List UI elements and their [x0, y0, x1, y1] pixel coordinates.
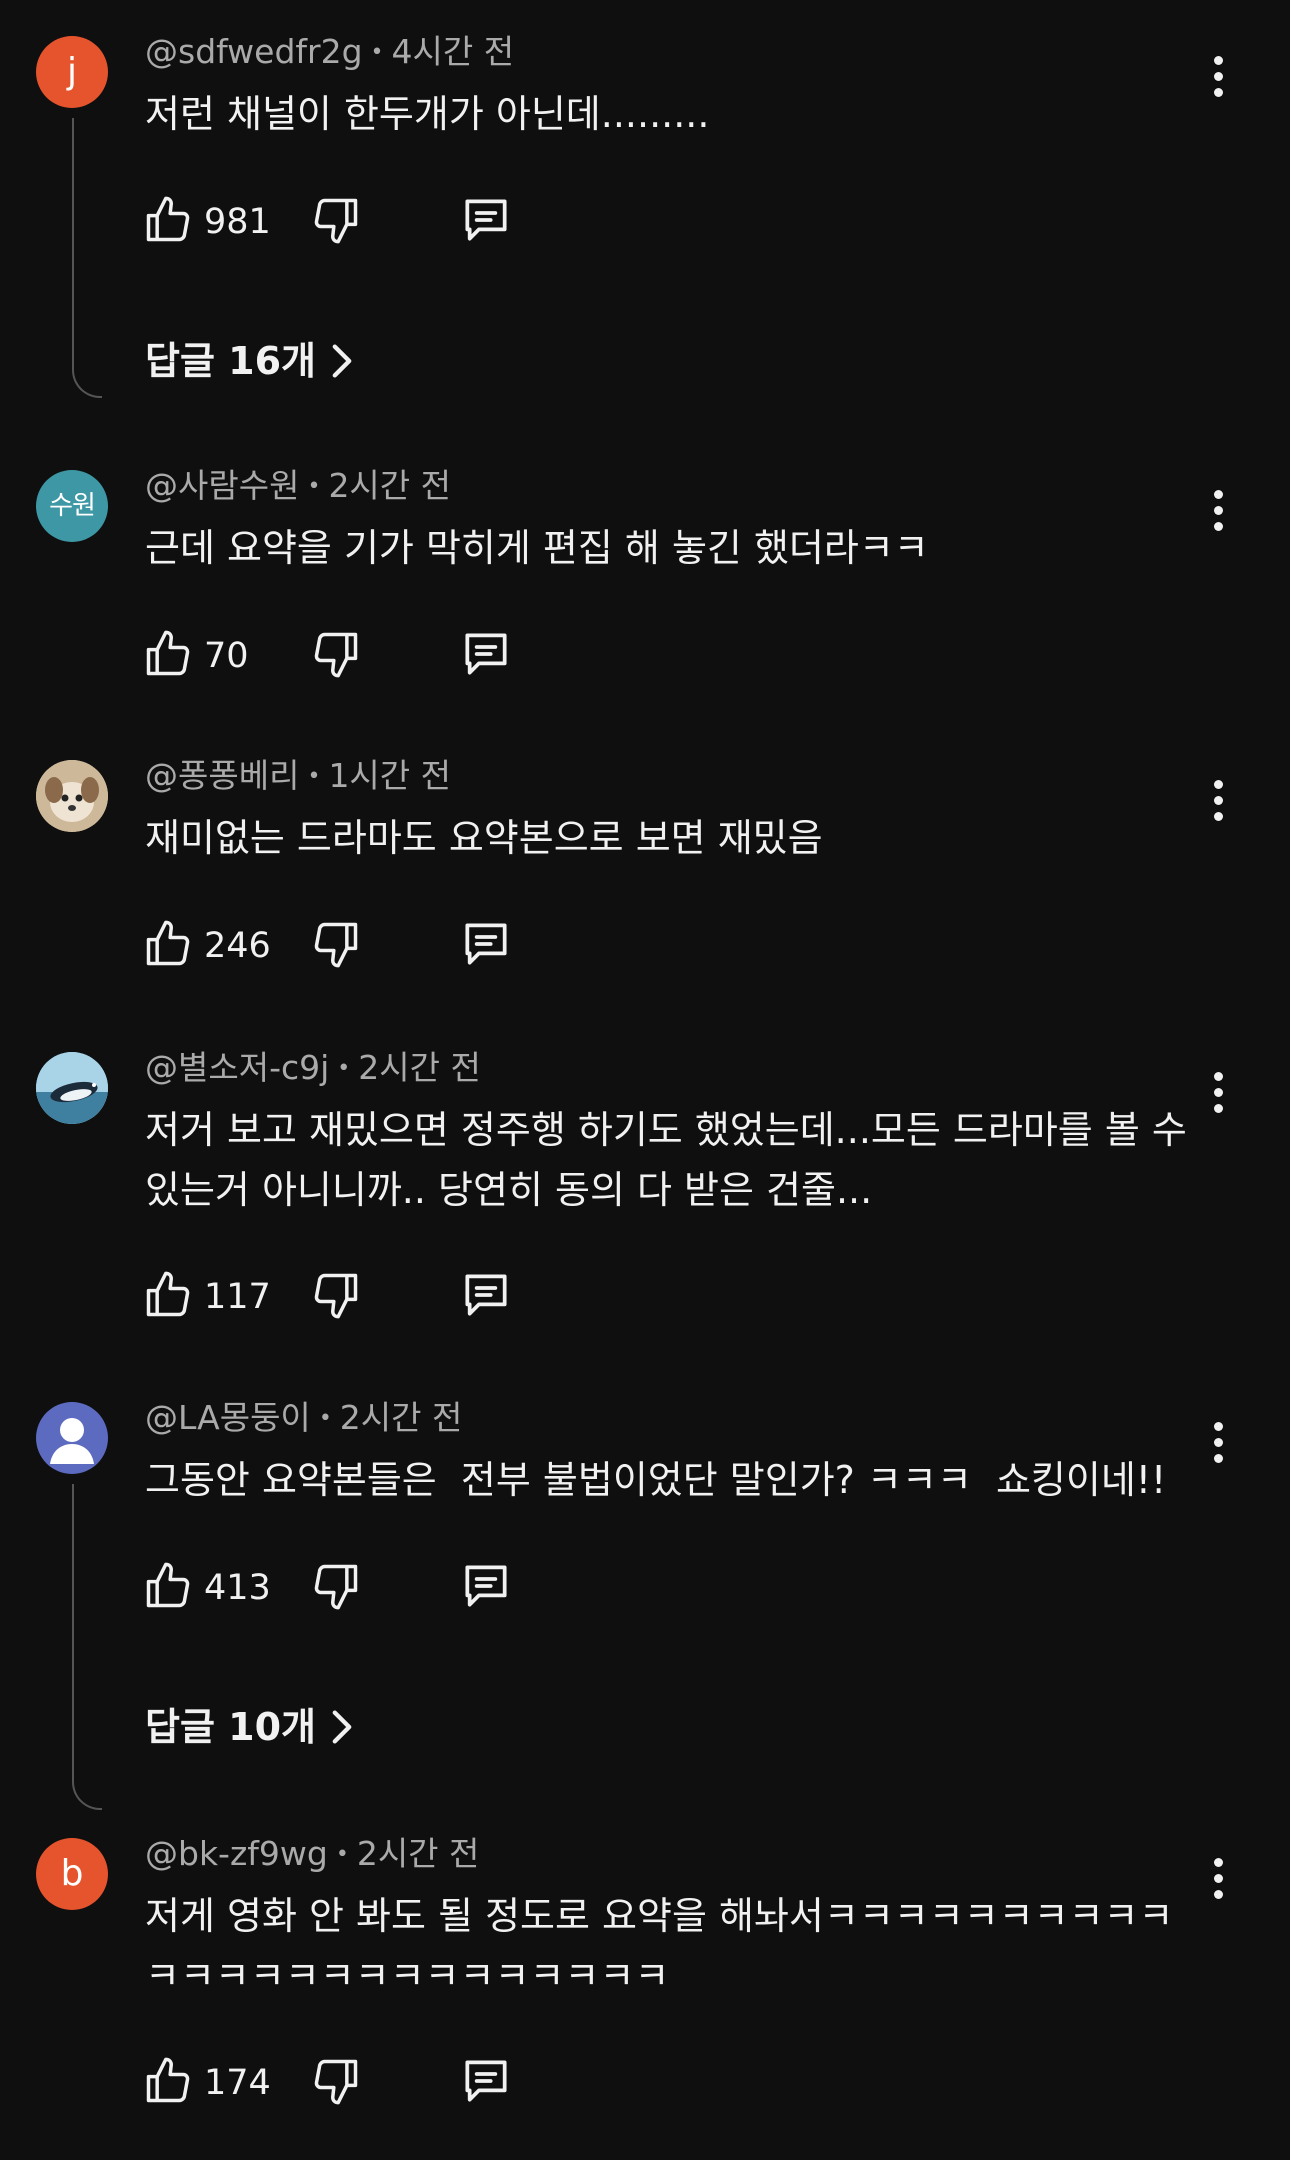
comment-time[interactable]: 2시간 전	[340, 1398, 463, 1437]
thumbs-up-icon[interactable]	[142, 1267, 194, 1323]
comment-actions: 117	[142, 1267, 542, 1327]
avatar[interactable]	[36, 1052, 108, 1124]
like-count: 981	[204, 202, 271, 242]
thumbs-up-icon[interactable]	[142, 192, 194, 248]
thumbs-up-icon[interactable]	[142, 916, 194, 972]
reply-icon[interactable]	[458, 192, 514, 248]
view-replies-button[interactable]: 답글 10개	[145, 1702, 354, 1752]
default-person-icon	[50, 1418, 94, 1464]
thumbs-down-icon[interactable]	[310, 626, 362, 682]
comment-time[interactable]: 1시간 전	[328, 756, 451, 795]
comment-text: 재미없는 드라마도 요약본으로 보면 재밌음	[145, 816, 823, 860]
more-options-icon[interactable]	[1196, 1420, 1240, 1464]
like-count: 174	[204, 2063, 271, 2103]
thumbs-down-icon[interactable]	[310, 916, 362, 972]
comment-meta: @사람수원 • 2시간 전	[145, 466, 452, 505]
reply-icon[interactable]	[458, 2053, 514, 2109]
chevron-right-icon	[332, 1710, 352, 1744]
comment-actions: 174	[142, 2053, 542, 2113]
comment-meta: @별소저-c9j • 2시간 전	[145, 1048, 481, 1087]
like-count: 70	[204, 636, 249, 676]
thumbs-up-icon[interactable]	[142, 626, 194, 682]
thumbs-down-icon[interactable]	[310, 192, 362, 248]
comment-actions: 981	[142, 192, 542, 252]
replies-label: 답글 16개	[145, 339, 316, 383]
avatar[interactable]: 수원	[36, 470, 108, 542]
replies-label: 답글 10개	[145, 1705, 316, 1749]
comment-author[interactable]: @별소저-c9j	[145, 1048, 329, 1087]
like-count: 246	[204, 926, 271, 966]
comment-text: 저거 보고 재밌으면 정주행 하기도 했었는데...모든 드라마를 볼 수 있는…	[145, 1108, 1199, 1212]
avatar-letter: b	[60, 1853, 84, 1894]
avatar-letter: 수원	[49, 491, 96, 521]
thread-line	[72, 1484, 102, 1810]
comment-author[interactable]: @sdfwedfr2g	[145, 32, 363, 71]
penguin-photo-icon	[36, 1052, 108, 1124]
reply-icon[interactable]	[458, 1558, 514, 1614]
comment-actions: 246	[142, 916, 542, 976]
comment-author[interactable]: @사람수원	[145, 466, 299, 505]
comment-meta: @bk-zf9wg • 2시간 전	[145, 1834, 480, 1873]
thumbs-down-icon[interactable]	[310, 2053, 362, 2109]
more-options-icon[interactable]	[1196, 778, 1240, 822]
puppy-photo-icon	[36, 760, 108, 832]
comment-time[interactable]: 2시간 전	[328, 466, 451, 505]
thumbs-up-icon[interactable]	[142, 2053, 194, 2109]
reply-icon[interactable]	[458, 916, 514, 972]
reply-icon[interactable]	[458, 626, 514, 682]
more-options-icon[interactable]	[1196, 488, 1240, 532]
avatar[interactable]	[36, 760, 108, 832]
thumbs-down-icon[interactable]	[310, 1558, 362, 1614]
comment-time[interactable]: 2시간 전	[357, 1834, 480, 1873]
chevron-right-icon	[332, 344, 352, 378]
avatar[interactable]	[36, 1402, 108, 1474]
like-count: 117	[204, 1277, 271, 1317]
thread-line	[72, 118, 102, 398]
comment-time[interactable]: 2시간 전	[358, 1048, 481, 1087]
comment-text: 그동안 요약본들은 전부 불법이었단 말인가? ㅋㅋㅋ 쇼킹이네!!	[145, 1458, 1167, 1502]
comment-author[interactable]: @퐁퐁베리	[145, 756, 299, 795]
more-options-icon[interactable]	[1196, 1070, 1240, 1114]
like-count: 413	[204, 1568, 271, 1608]
comment-actions: 413	[142, 1558, 542, 1618]
more-options-icon[interactable]	[1196, 54, 1240, 98]
comment-author[interactable]: @bk-zf9wg	[145, 1834, 328, 1873]
comment-meta: @sdfwedfr2g • 4시간 전	[145, 32, 515, 71]
view-replies-button[interactable]: 답글 16개	[145, 336, 354, 386]
thumbs-down-icon[interactable]	[310, 1267, 362, 1323]
comment-actions: 70	[142, 626, 542, 686]
reply-icon[interactable]	[458, 1267, 514, 1323]
avatar-letter: j	[66, 51, 77, 92]
avatar[interactable]: j	[36, 36, 108, 108]
comment-text: 저런 채널이 한두개가 아닌데.........	[145, 92, 710, 136]
comment-text: 저게 영화 안 봐도 될 정도로 요약을 해놔서ㅋㅋㅋㅋㅋㅋㅋㅋㅋㅋ ㅋㅋㅋㅋㅋ…	[145, 1894, 1186, 1998]
comment-time[interactable]: 4시간 전	[392, 32, 515, 71]
comment-author[interactable]: @LA몽둥이	[145, 1398, 311, 1437]
comment-meta: @퐁퐁베리 • 1시간 전	[145, 756, 452, 795]
avatar[interactable]: b	[36, 1838, 108, 1910]
comment-text: 근데 요약을 기가 막히게 편집 해 놓긴 했더라ㅋㅋ	[145, 526, 929, 570]
thumbs-up-icon[interactable]	[142, 1558, 194, 1614]
comment-meta: @LA몽둥이 • 2시간 전	[145, 1398, 463, 1437]
more-options-icon[interactable]	[1196, 1856, 1240, 1900]
